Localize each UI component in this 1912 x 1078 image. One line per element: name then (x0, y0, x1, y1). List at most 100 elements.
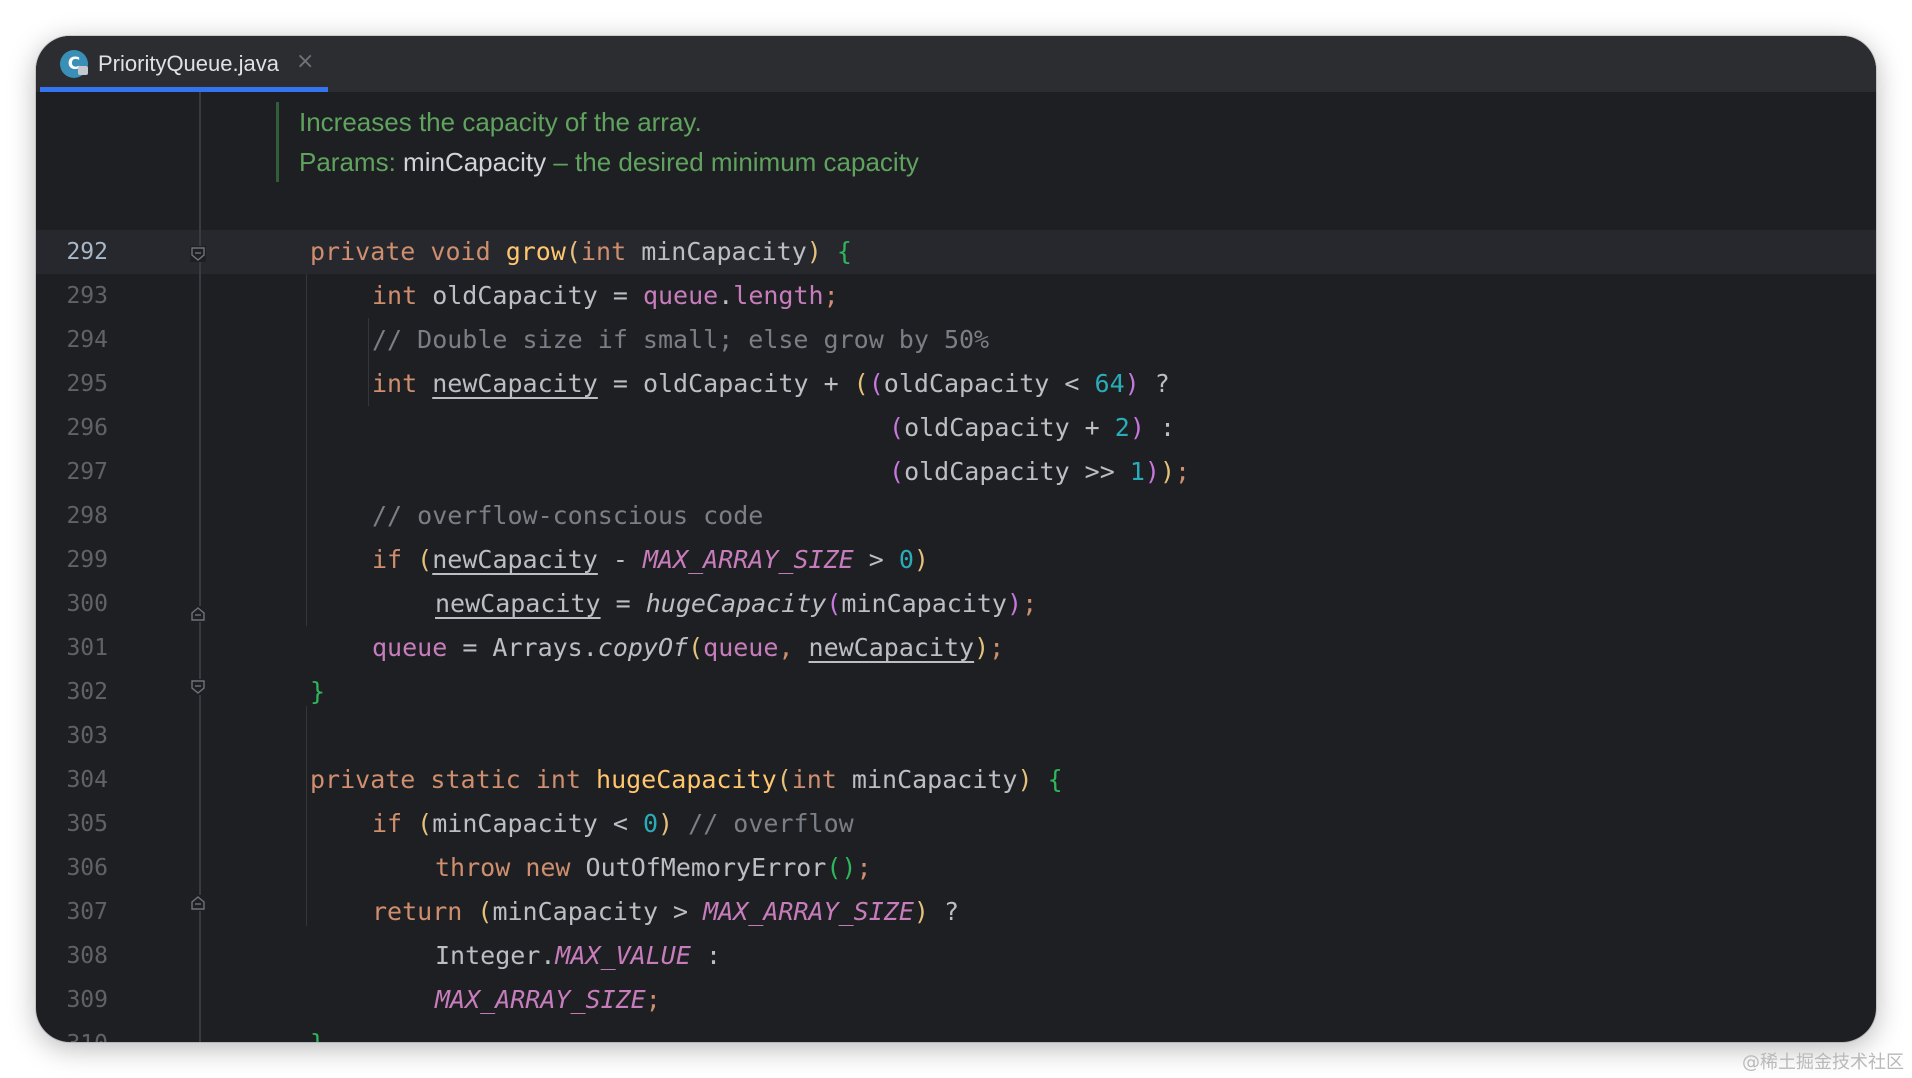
token-param: minCapacity (626, 237, 807, 266)
code-line[interactable]: 300 newCapacity = hugeCapacity(minCapaci… (36, 582, 1876, 626)
code-text: if (newCapacity - MAX_ARRAY_SIZE > 0) (372, 538, 929, 582)
token-number: 0 (898, 545, 914, 574)
token-brace: { (836, 237, 852, 266)
code-line[interactable]: 303 (36, 714, 1876, 758)
token-comma: , (778, 633, 809, 662)
code-editor[interactable]: Increases the capacity of the array. Par… (36, 92, 1876, 1042)
code-text: newCapacity = hugeCapacity(minCapacity); (435, 582, 1037, 626)
code-line[interactable]: 305 if (minCapacity < 0) // overflow (36, 802, 1876, 846)
code-line[interactable]: 293 int oldCapacity = queue.length; (36, 274, 1876, 318)
code-line[interactable]: 304 private static int hugeCapacity(int … (36, 758, 1876, 802)
code-line[interactable]: 295 int newCapacity = oldCapacity + ((ol… (36, 362, 1876, 406)
code-line[interactable]: 309 MAX_ARRAY_SIZE; (36, 978, 1876, 1022)
token-paren: ( (417, 809, 433, 838)
token-field: queue (372, 633, 448, 662)
token-paren: ) (1124, 369, 1140, 398)
line-number: 301 (66, 635, 108, 661)
code-text: queue = Arrays.copyOf(queue, newCapacity… (372, 626, 1004, 670)
token-paren: ) (1144, 457, 1160, 486)
token-number: 64 (1094, 369, 1125, 398)
token-text: = (600, 589, 646, 618)
tab-priorityqueue-java[interactable]: C PriorityQueue.java × (40, 36, 328, 92)
token-semicolon: ; (823, 281, 839, 310)
token-keyword: throw (435, 853, 511, 882)
token-text: minCapacity > (492, 897, 704, 926)
token-static-call: copyOf (597, 633, 689, 662)
code-line[interactable]: 294 // Double size if small; else grow b… (36, 318, 1876, 362)
line-number: 295 (66, 371, 108, 397)
token-brace: { (1047, 765, 1063, 794)
code-text: MAX_ARRAY_SIZE; (435, 978, 661, 1022)
token-text: OutOfMemoryError (570, 853, 827, 882)
code-comment: // overflow-conscious code (372, 501, 764, 530)
token-keyword: int (791, 765, 837, 794)
line-number: 302 (66, 679, 108, 705)
token-keyword: if (372, 809, 403, 838)
token-text: : (1144, 413, 1176, 442)
token-keyword: int (535, 765, 581, 794)
token-method-name: hugeCapacity (596, 765, 777, 794)
ide-window: C PriorityQueue.java × Increases the cap… (36, 36, 1876, 1042)
token-number: 1 (1129, 457, 1145, 486)
code-line[interactable]: 298 // overflow-conscious code (36, 494, 1876, 538)
code-line[interactable]: 292 private void grow(int minCapacity) { (36, 230, 1876, 274)
token-paren: ( (477, 897, 493, 926)
token-keyword: void (430, 237, 491, 266)
code-line[interactable]: 297 (oldCapacity >> 1)); (36, 450, 1876, 494)
code-text: int oldCapacity = queue.length; (372, 274, 839, 318)
token-paren: ( (826, 589, 842, 618)
code-line[interactable]: 301 queue = Arrays.copyOf(queue, newCapa… (36, 626, 1876, 670)
token-paren: ) (1017, 765, 1033, 794)
token-text: > (853, 545, 899, 574)
doc-param-name: minCapacity (403, 147, 547, 177)
token-dot: . (718, 281, 734, 310)
code-text: throw new OutOfMemoryError(); (435, 846, 872, 890)
code-comment: // Double size if small; else grow by 50… (372, 325, 990, 354)
code-line[interactable]: 310 } (36, 1022, 1876, 1042)
code-line[interactable]: 299 if (newCapacity - MAX_ARRAY_SIZE > 0… (36, 538, 1876, 582)
token-semicolon: ; (1175, 457, 1191, 486)
line-number: 309 (66, 987, 108, 1013)
token-paren: ) (806, 237, 822, 266)
code-line[interactable]: 307 return (minCapacity > MAX_ARRAY_SIZE… (36, 890, 1876, 934)
code-line[interactable]: 306 throw new OutOfMemoryError(); (36, 846, 1876, 890)
code-text: Integer.MAX_VALUE : (435, 934, 721, 978)
token-text: : (690, 941, 721, 970)
line-number: 297 (66, 459, 108, 485)
token-paren: ) (1159, 457, 1176, 486)
token-text: oldCapacity = (417, 281, 643, 310)
line-number: 292 (66, 239, 108, 265)
token-text: = Arrays. (447, 633, 598, 662)
token-field: length (733, 281, 824, 310)
token-paren: ( (889, 457, 905, 486)
token-reassigned-var: newCapacity (432, 369, 598, 398)
code-line[interactable]: 296 (oldCapacity + 2) : (36, 406, 1876, 450)
code-text: (oldCapacity + 2) : (889, 406, 1175, 450)
token-text: ? (1139, 369, 1170, 398)
line-number: 294 (66, 327, 108, 353)
token-constant: MAX_VALUE (555, 941, 691, 970)
token-paren: ( (565, 237, 581, 266)
code-line[interactable]: 308 Integer.MAX_VALUE : (36, 934, 1876, 978)
close-icon[interactable]: × (296, 49, 314, 74)
token-text: oldCapacity + (904, 413, 1115, 442)
token-semicolon: ; (645, 985, 661, 1014)
token-text: oldCapacity < (883, 369, 1095, 398)
token-text: minCapacity (841, 589, 1007, 618)
token-paren: ) (1129, 413, 1145, 442)
line-number: 293 (66, 283, 108, 309)
token-semicolon: ; (1022, 589, 1038, 618)
code-text: return (minCapacity > MAX_ARRAY_SIZE) ? (372, 890, 959, 934)
code-line[interactable]: 302 } (36, 670, 1876, 714)
token-text: oldCapacity >> (904, 457, 1130, 486)
token-paren: ( (826, 853, 842, 882)
